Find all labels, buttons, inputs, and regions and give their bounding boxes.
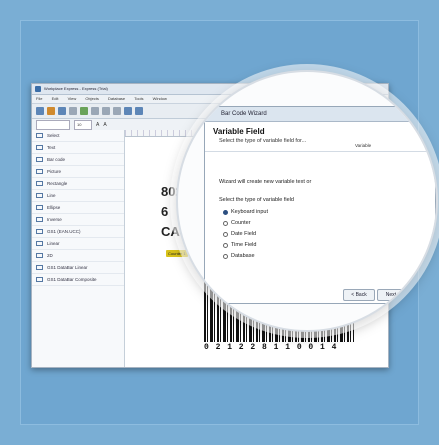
wizard-description: Wizard will create new variable text or <box>219 179 312 185</box>
tool-linear[interactable]: Linear <box>32 238 124 250</box>
barcode-wizard-dialog: Bar Code Wizard Variable Field Select th… <box>204 106 436 304</box>
databar-composite-icon <box>36 277 43 282</box>
tool-label: GS1 DataBar Composite <box>47 277 97 282</box>
font-shrink-icon[interactable]: A <box>103 122 106 128</box>
option-time-field[interactable]: Time Field <box>223 242 256 248</box>
font-select[interactable] <box>36 120 70 130</box>
option-label: Counter <box>231 220 251 226</box>
select-icon <box>36 133 43 138</box>
tool-label: 2D <box>47 253 53 258</box>
print-icon[interactable] <box>69 107 77 115</box>
menu-database[interactable]: Database <box>108 96 125 101</box>
dialog-heading: Variable Field <box>213 127 265 136</box>
option-label: Keyboard input <box>231 209 268 215</box>
preview-icon[interactable] <box>80 107 88 115</box>
dialog-side-hint: Variable <box>355 143 372 148</box>
toolbox-sidebar: Select Text Bar code Picture Rectangle L… <box>32 130 125 367</box>
rectangle-icon <box>36 181 43 186</box>
tool-label: Rectangle <box>47 181 68 186</box>
undo-icon[interactable] <box>124 107 132 115</box>
menu-window[interactable]: Window <box>153 96 167 101</box>
tool-barcode[interactable]: Bar code <box>32 154 124 166</box>
tool-label: GS1 (EAN.UCC) <box>47 229 81 234</box>
dialog-title: Bar Code Wizard <box>205 107 435 122</box>
option-keyboard-input[interactable]: Keyboard input <box>223 209 268 215</box>
option-label: Database <box>231 253 255 259</box>
tool-label: Ellipse <box>47 205 61 210</box>
window-title: Workplace Express - Express (Trial) <box>44 86 108 91</box>
open-icon[interactable] <box>47 107 55 115</box>
option-date-field[interactable]: Date Field <box>223 231 256 237</box>
copy-icon[interactable] <box>102 107 110 115</box>
tool-label: Picture <box>47 169 62 174</box>
option-label: Time Field <box>231 242 257 248</box>
tool-label: Linear <box>47 241 60 246</box>
dialog-subheading: Select the type of variable field for... <box>219 138 307 144</box>
paste-icon[interactable] <box>113 107 121 115</box>
redo-icon[interactable] <box>135 107 143 115</box>
tool-gs1[interactable]: GS1 (EAN.UCC) <box>32 226 124 238</box>
app-icon <box>35 86 41 92</box>
option-label: Date Field <box>231 231 257 237</box>
tool-label: Inverse <box>47 217 62 222</box>
text-icon <box>36 145 43 150</box>
gs1-icon <box>36 229 43 234</box>
radio-icon <box>223 231 228 237</box>
counter-badge[interactable]: Counter 1 <box>166 250 188 257</box>
tool-label: GS1 DataBar Linear <box>47 265 88 270</box>
option-counter[interactable]: Counter <box>223 220 251 226</box>
tool-label: Bar code <box>47 157 66 162</box>
option-database[interactable]: Database <box>223 253 255 259</box>
tool-inverse[interactable]: Inverse <box>32 214 124 226</box>
tool-line[interactable]: Line <box>32 190 124 202</box>
tool-label: Select <box>47 133 60 138</box>
menu-objects[interactable]: Objects <box>85 96 99 101</box>
inverse-icon <box>36 217 43 222</box>
new-icon[interactable] <box>36 107 44 115</box>
2d-icon <box>36 253 43 258</box>
canvas-text-6[interactable]: 6 <box>161 204 168 219</box>
menu-view[interactable]: View <box>68 96 77 101</box>
save-icon[interactable] <box>58 107 66 115</box>
tool-ellipse[interactable]: Ellipse <box>32 202 124 214</box>
radio-icon <box>223 253 228 259</box>
barcode-icon <box>36 157 43 162</box>
tool-label: Line <box>47 193 56 198</box>
tool-rectangle[interactable]: Rectangle <box>32 178 124 190</box>
menu-tools[interactable]: Tools <box>134 96 143 101</box>
tool-databar-composite[interactable]: GS1 DataBar Composite <box>32 274 124 286</box>
ellipse-icon <box>36 205 43 210</box>
next-button[interactable]: Next > <box>377 289 409 301</box>
font-size-select[interactable]: 10 <box>74 120 92 130</box>
tool-label: Text <box>47 145 56 150</box>
tool-text[interactable]: Text <box>32 142 124 154</box>
tool-picture[interactable]: Picture <box>32 166 124 178</box>
menu-file[interactable]: File <box>36 96 42 101</box>
magnifier-lens: Bar Code Wizard Variable Field Select th… <box>176 70 438 332</box>
font-grow-icon[interactable]: A <box>96 122 99 128</box>
databar-icon <box>36 265 43 270</box>
barcode-human-readable: 0 2 1 2 2 8 1 1 0 0 1 4 <box>204 343 338 352</box>
linear-icon <box>36 241 43 246</box>
tool-select[interactable]: Select <box>32 130 124 142</box>
line-icon <box>36 193 43 198</box>
menu-edit[interactable]: Edit <box>52 96 59 101</box>
cut-icon[interactable] <box>91 107 99 115</box>
radio-selected-icon <box>223 209 228 215</box>
dialog-separator <box>205 151 435 152</box>
picture-icon <box>36 169 43 174</box>
back-button[interactable]: < Back <box>343 289 375 301</box>
tool-databar[interactable]: GS1 DataBar Linear <box>32 262 124 274</box>
tool-2d[interactable]: 2D <box>32 250 124 262</box>
radio-icon <box>223 242 228 248</box>
field-type-label: Select the type of variable field <box>219 197 294 203</box>
radio-icon <box>223 220 228 226</box>
